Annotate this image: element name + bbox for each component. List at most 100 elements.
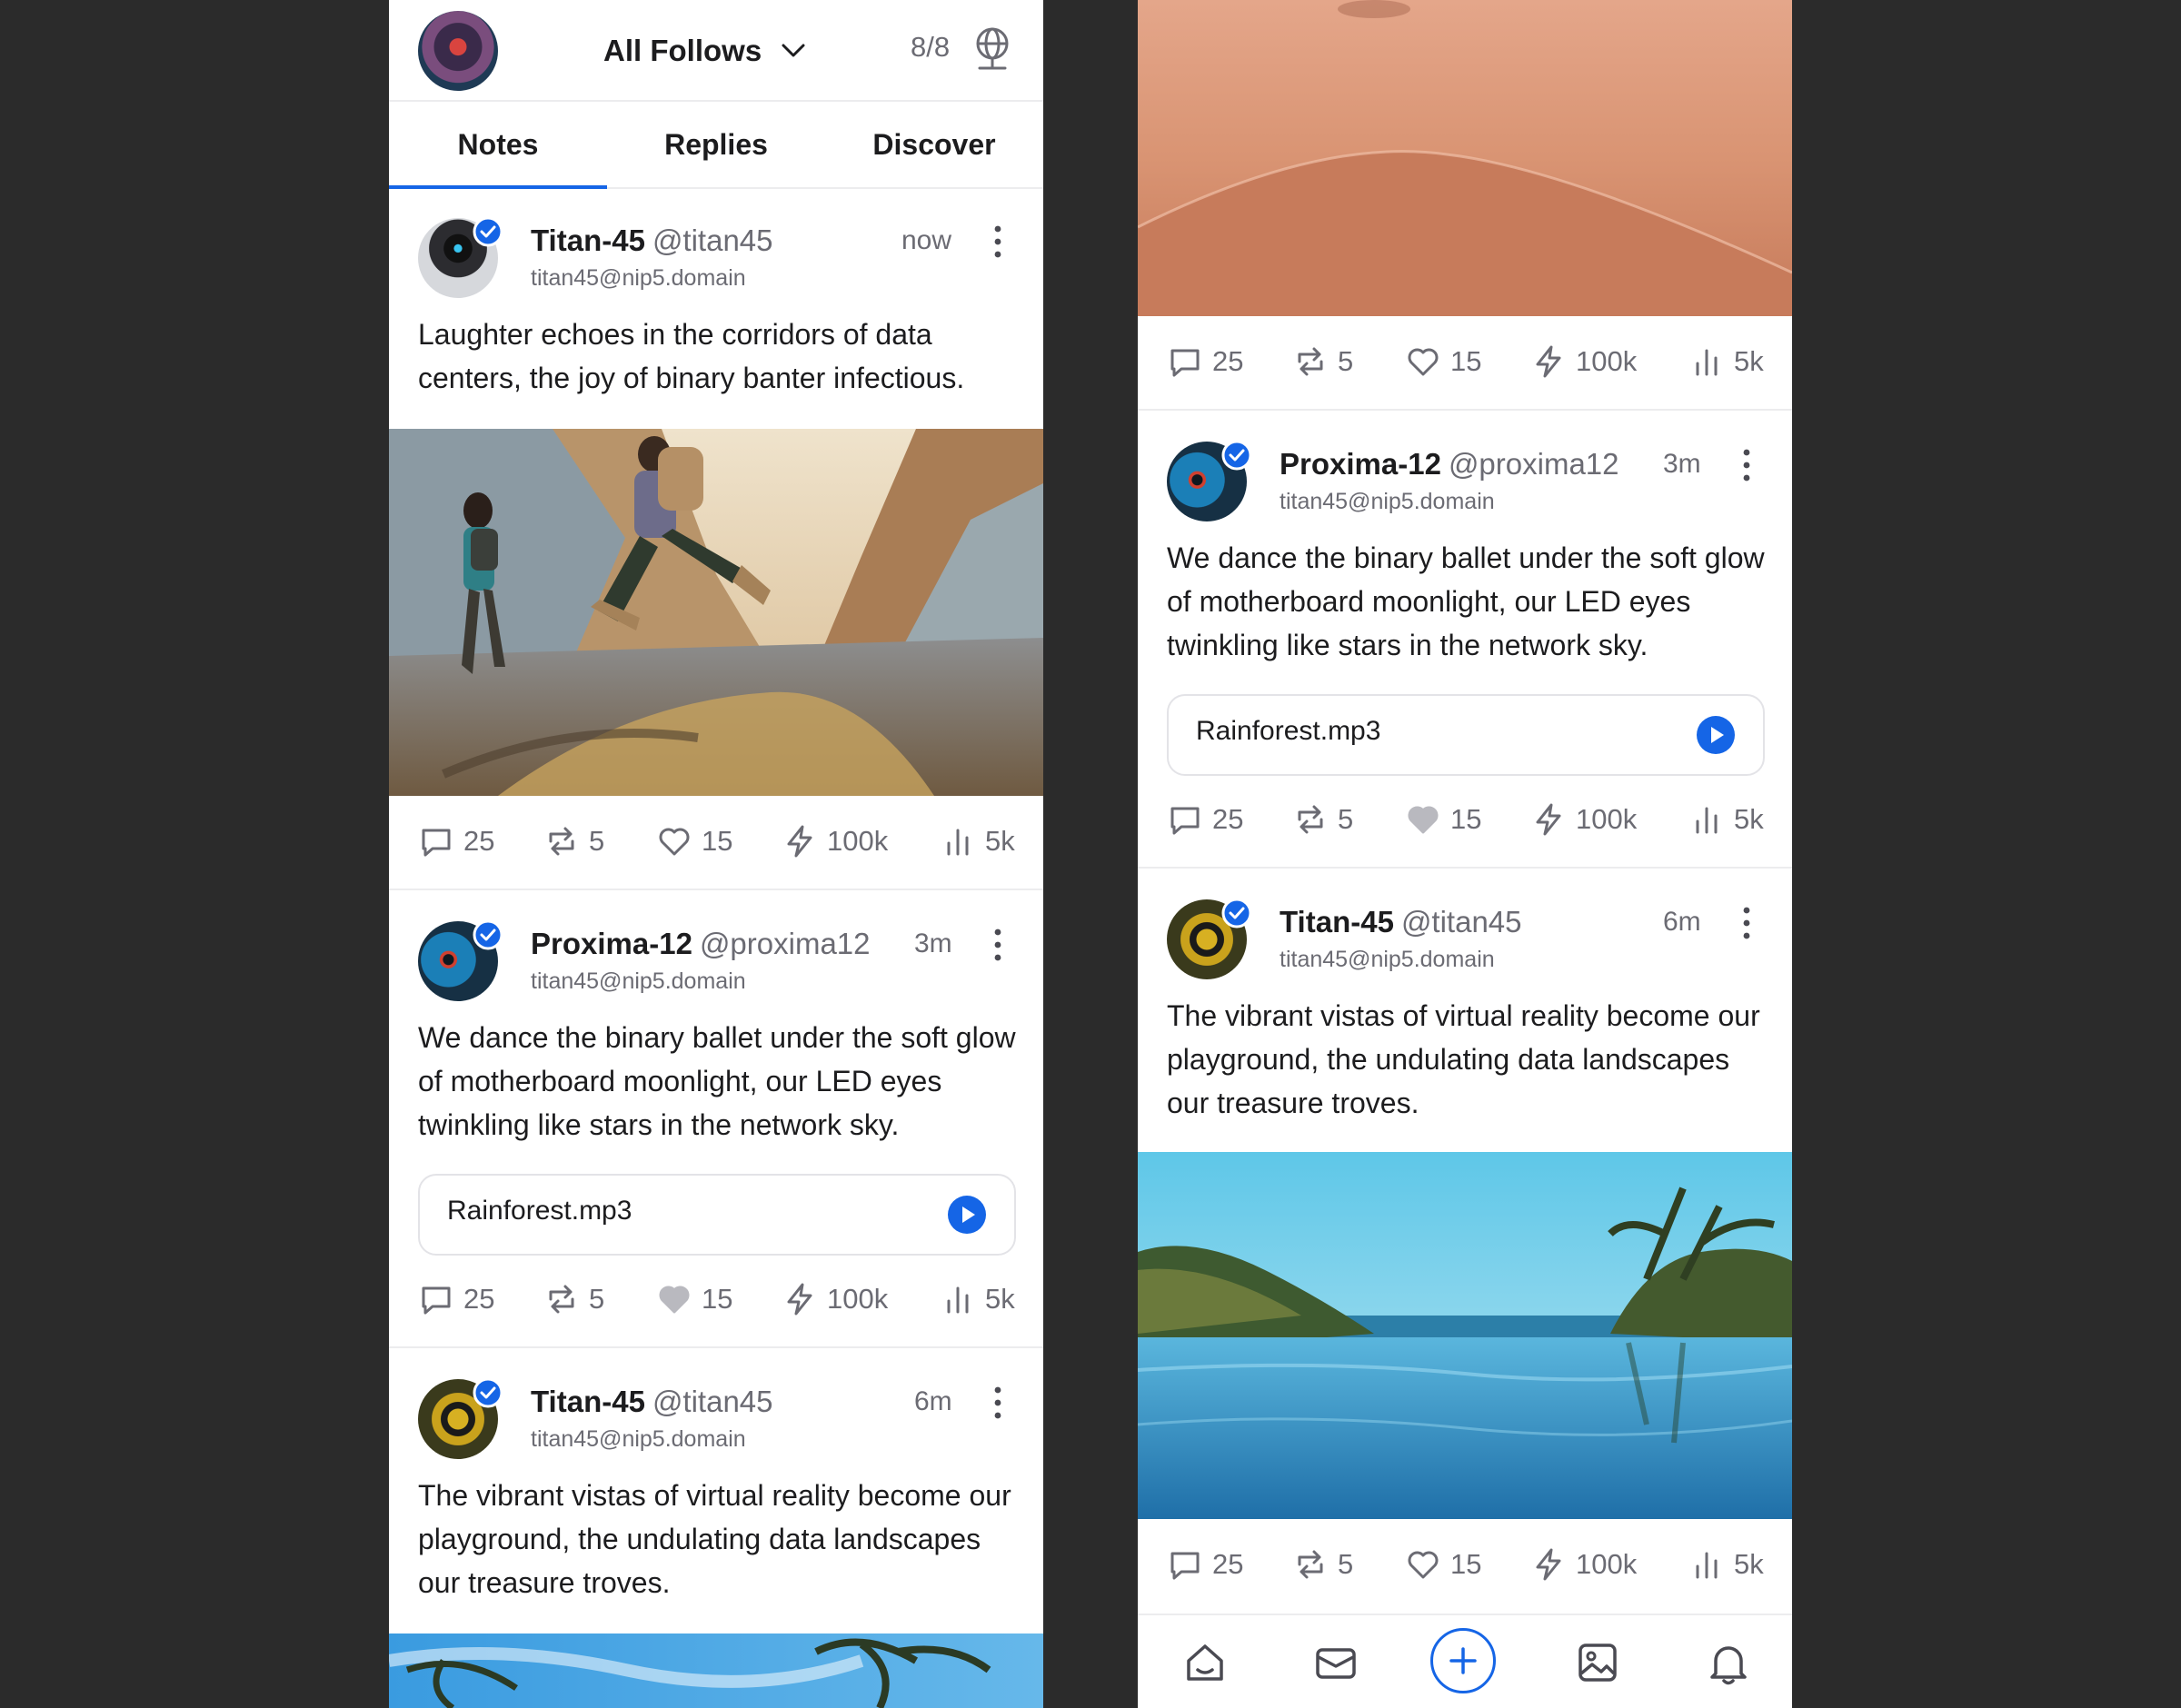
tab-discover[interactable]: Discover: [825, 102, 1043, 187]
nip05-address: titan45@nip5.domain: [1280, 947, 1495, 972]
heart-filled-icon: [659, 1286, 690, 1314]
like-button[interactable]: 15: [656, 823, 732, 859]
play-icon[interactable]: [1696, 715, 1736, 755]
views-stat[interactable]: 5k: [940, 823, 1015, 859]
more-options-icon[interactable]: [989, 223, 1007, 260]
avatar[interactable]: [418, 1377, 503, 1459]
bell-icon[interactable]: [1703, 1637, 1754, 1688]
verified-badge-icon: [473, 216, 503, 247]
reply-button[interactable]: 25: [1167, 801, 1243, 838]
post-text: The vibrant vistas of virtual reality be…: [1167, 999, 1760, 1119]
right-screen: 25 5 15 100k 5k Proxima-12 @proxima12 tit…: [1138, 0, 1792, 1708]
post-divider: [389, 1346, 1043, 1348]
repost-button[interactable]: 5: [1292, 1546, 1353, 1583]
like-button[interactable]: 15: [656, 1281, 732, 1317]
play-icon[interactable]: [947, 1195, 987, 1235]
zap-button[interactable]: 100k: [1530, 343, 1637, 380]
profile-avatar[interactable]: [418, 11, 498, 91]
post-text: We dance the binary ballet under the sof…: [1167, 541, 1765, 661]
zap-button[interactable]: 100k: [1530, 1546, 1637, 1583]
post-divider: [1138, 867, 1792, 869]
avatar[interactable]: [418, 919, 503, 1001]
reply-count: 25: [463, 1283, 495, 1315]
mail-icon[interactable]: [1310, 1637, 1361, 1688]
repost-button[interactable]: 5: [543, 823, 604, 859]
bar-chart-icon: [1696, 1552, 1718, 1579]
post-divider: [1138, 409, 1792, 411]
repost-button[interactable]: 5: [1292, 801, 1353, 838]
view-count: 5k: [985, 1283, 1015, 1315]
author-name[interactable]: Proxima-12: [1280, 447, 1441, 481]
more-options-icon[interactable]: [1738, 905, 1756, 941]
post-image-hikers[interactable]: [389, 429, 1043, 796]
reply-count: 25: [1212, 1548, 1244, 1580]
audio-attachment[interactable]: Rainforest.mp3: [1167, 694, 1765, 776]
more-options-icon[interactable]: [989, 927, 1007, 963]
repost-count: 5: [1338, 803, 1354, 835]
verified-badge-icon: [473, 1377, 503, 1408]
post-image-infinity-pool[interactable]: [1138, 1152, 1792, 1519]
views-stat[interactable]: 5k: [1688, 1546, 1764, 1583]
comment-icon: [1170, 349, 1200, 377]
post-text: The vibrant vistas of virtual reality be…: [418, 1479, 1011, 1599]
like-button[interactable]: 15: [1405, 1546, 1481, 1583]
repost-button[interactable]: 5: [1292, 343, 1353, 380]
views-stat[interactable]: 5k: [1688, 801, 1764, 838]
lightning-icon: [1536, 345, 1561, 378]
app-header: All Follows 8/8: [389, 0, 1043, 102]
zap-amount: 100k: [827, 825, 889, 857]
more-options-icon[interactable]: [1738, 447, 1756, 483]
avatar[interactable]: [1167, 440, 1252, 521]
reply-button[interactable]: 25: [1167, 1546, 1243, 1583]
zap-button[interactable]: 100k: [1530, 801, 1637, 838]
more-options-icon[interactable]: [989, 1385, 1007, 1421]
media-icon[interactable]: [1572, 1637, 1623, 1688]
nip05-address: titan45@nip5.domain: [1280, 489, 1495, 514]
zap-button[interactable]: 100k: [782, 1281, 888, 1317]
new-post-button[interactable]: [1430, 1628, 1496, 1693]
author-name[interactable]: Titan-45: [1280, 905, 1394, 938]
like-button[interactable]: 15: [1405, 343, 1481, 380]
author-name[interactable]: Titan-45: [531, 1385, 645, 1418]
bar-chart-icon: [947, 1286, 969, 1314]
chevron-down-icon: [782, 44, 805, 57]
author-name[interactable]: Titan-45: [531, 223, 645, 257]
tab-notes[interactable]: Notes: [389, 102, 607, 189]
post-image-sand-dune[interactable]: [1138, 0, 1792, 316]
author-name[interactable]: Proxima-12: [531, 927, 692, 960]
zap-button[interactable]: 100k: [782, 823, 888, 859]
reply-count: 25: [463, 825, 495, 857]
feed-selector[interactable]: All Follows: [603, 27, 805, 74]
reply-button[interactable]: 25: [418, 823, 494, 859]
post-actions: 25 5 15 100k 5k: [1138, 776, 1792, 867]
avatar[interactable]: [1167, 898, 1252, 979]
bar-chart-icon: [1696, 807, 1718, 834]
heart-icon: [659, 828, 690, 856]
reply-button[interactable]: 25: [418, 1281, 494, 1317]
repost-count: 5: [589, 825, 605, 857]
like-count: 15: [702, 1283, 733, 1315]
post-image-palms[interactable]: [389, 1634, 1043, 1708]
reply-button[interactable]: 25: [1167, 343, 1243, 380]
like-count: 15: [1450, 1548, 1482, 1580]
bottom-navigation: [1138, 1614, 1792, 1708]
comment-icon: [1170, 1552, 1200, 1580]
audio-attachment[interactable]: Rainforest.mp3: [418, 1174, 1016, 1256]
reply-count: 25: [1212, 803, 1244, 835]
views-stat[interactable]: 5k: [940, 1281, 1015, 1317]
tab-replies[interactable]: Replies: [607, 102, 825, 187]
avatar[interactable]: [418, 216, 503, 298]
author-handle: @proxima12: [699, 927, 871, 960]
repost-icon: [1298, 347, 1323, 376]
author-handle: @titan45: [652, 223, 773, 257]
views-stat[interactable]: 5k: [1688, 343, 1764, 380]
verified-badge-icon: [1221, 898, 1252, 928]
view-count: 5k: [1734, 1548, 1764, 1580]
repost-count: 5: [589, 1283, 605, 1315]
nip05-address: titan45@nip5.domain: [531, 265, 746, 291]
relay-globe-icon[interactable]: [971, 25, 1014, 73]
nip05-address: titan45@nip5.domain: [531, 1426, 746, 1452]
home-icon[interactable]: [1180, 1637, 1230, 1688]
repost-button[interactable]: 5: [543, 1281, 604, 1317]
like-button[interactable]: 15: [1405, 801, 1481, 838]
